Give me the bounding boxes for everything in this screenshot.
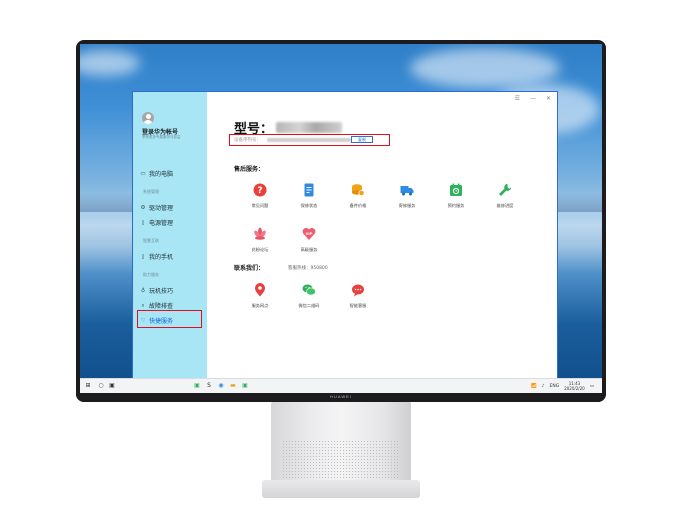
service-wechat-qr[interactable]: 微信二维码 <box>292 283 326 309</box>
document-icon <box>302 183 316 197</box>
sidebar: 登录华为帐号 享受更多专属服务与权益 ▭ 我的电脑 系统管理 ⚙ 驱动管理 ▯ … <box>133 92 207 392</box>
calendar-icon <box>449 183 463 197</box>
system-tray: 📶 ♪ ENG 11:43 2020/2/20 ▭ <box>531 381 594 391</box>
service-faq[interactable]: ? 常见问题 <box>243 183 277 209</box>
vip-icon: VIP <box>302 227 316 241</box>
model-value-redacted <box>276 122 342 133</box>
question-icon: ? <box>253 183 267 197</box>
sidebar-item-driver-management[interactable]: ⚙ 驱动管理 <box>140 203 174 213</box>
sidebar-item-label: 我的电脑 <box>149 171 174 178</box>
svg-text:VIP: VIP <box>306 232 313 236</box>
search-icon[interactable]: ○ <box>97 382 105 390</box>
after-sales-title: 售后服务： <box>234 166 265 173</box>
clock[interactable]: 11:43 2020/2/20 <box>564 381 585 391</box>
hotline-text: 客服热线：950800 <box>288 266 328 271</box>
sidebar-group-connect: 智慧互联 <box>143 238 159 243</box>
service-locations[interactable]: 服务网点 <box>243 283 277 309</box>
service-appointment[interactable]: 预约服务 <box>439 183 473 209</box>
phone-icon: ▯ <box>141 253 145 260</box>
sidebar-item-label: 电源管理 <box>149 220 174 227</box>
cloud <box>410 48 560 88</box>
sidebar-item-label: 玩机技巧 <box>149 288 174 295</box>
clock-date: 2020/2/20 <box>564 386 585 391</box>
location-icon <box>253 283 267 297</box>
browser-taskbar-icon[interactable]: ◉ <box>217 382 225 390</box>
language-indicator[interactable]: ENG <box>550 384 560 389</box>
sidebar-item-troubleshoot[interactable]: ⌕ 故障排查 <box>140 301 174 311</box>
sidebar-item-my-computer[interactable]: ▭ 我的电脑 <box>140 169 174 179</box>
sidebar-item-label: 驱动管理 <box>149 205 174 212</box>
service-warranty-status[interactable]: 保修状态 <box>292 183 326 209</box>
task-view-icon[interactable]: ▣ <box>108 382 116 390</box>
brand-logo: HUAWEI <box>330 394 352 399</box>
avatar[interactable] <box>142 112 154 124</box>
folder-taskbar-icon[interactable]: ▬ <box>229 382 237 390</box>
notifications-icon[interactable]: ▭ <box>590 384 594 389</box>
login-subtitle: 享受更多专属服务与权益 <box>142 135 181 139</box>
sidebar-item-tips[interactable]: ♁ 玩机技巧 <box>140 286 174 296</box>
copy-serial-button[interactable]: 复制 <box>351 136 373 143</box>
highlight-box-quick-service <box>137 310 202 328</box>
sidebar-group-system: 系统管理 <box>143 189 159 194</box>
main-panel: ☰ — ✕ 型号： 设备序列号： 复制 售后服务： ? 常见问题 保修状态 备件… <box>207 92 557 392</box>
tips-icon: ♁ <box>140 287 146 294</box>
gear-icon: ⚙ <box>140 204 146 211</box>
flower-icon <box>253 227 267 241</box>
wechat-icon <box>302 283 316 297</box>
sidebar-item-label: 故障排查 <box>149 303 174 310</box>
monitor-icon: ▭ <box>140 170 146 177</box>
chat-icon <box>351 283 365 297</box>
sidebar-item-my-phone[interactable]: ▯ 我的手机 <box>140 252 174 262</box>
monitor-base <box>262 480 420 498</box>
window-controls: ☰ — ✕ <box>515 95 551 102</box>
pc-manager-taskbar-icon[interactable]: ▣ <box>193 382 201 390</box>
svg-text:?: ? <box>257 186 262 196</box>
desktop-wallpaper: 登录华为帐号 享受更多专属服务与权益 ▭ 我的电脑 系统管理 ⚙ 驱动管理 ▯ … <box>80 44 602 393</box>
wrench-icon <box>498 183 512 197</box>
sidebar-item-label: 我的手机 <box>149 254 174 261</box>
windows-start-icon[interactable]: ⊞ <box>84 382 92 390</box>
volume-icon[interactable]: ♪ <box>542 384 545 389</box>
service-smart-chat[interactable]: 智能客服 <box>341 283 375 309</box>
service-parts-price[interactable]: 备件价格 <box>341 183 375 209</box>
close-icon[interactable]: ✕ <box>546 95 551 102</box>
windows-taskbar: ⊞ ○ ▣ ▣ S ◉ ▬ ▣ 📶 ♪ ENG 11:43 2020/2/20 … <box>80 378 602 393</box>
serial-number-redacted <box>267 138 351 142</box>
serial-number-label: 设备序列号： <box>234 137 261 143</box>
service-forum[interactable]: 花粉论坛 <box>243 227 277 253</box>
contact-title: 联系我们： <box>234 265 265 272</box>
app-taskbar-icon-2[interactable]: ▣ <box>241 382 249 390</box>
minimize-icon[interactable]: — <box>530 95 536 102</box>
service-vip[interactable]: VIP 高级服务 <box>292 227 326 253</box>
coins-icon <box>351 183 365 197</box>
huawei-pc-manager-window: 登录华为帐号 享受更多专属服务与权益 ▭ 我的电脑 系统管理 ⚙ 驱动管理 ▯ … <box>132 91 558 393</box>
speaker-grill <box>282 440 400 478</box>
network-icon[interactable]: 📶 <box>531 384 537 389</box>
menu-icon[interactable]: ☰ <box>515 95 520 102</box>
search-icon: ⌕ <box>141 302 145 309</box>
sidebar-item-power-management[interactable]: ▯ 电源管理 <box>140 218 174 228</box>
truck-icon <box>400 183 414 197</box>
battery-icon: ▯ <box>141 219 145 226</box>
monitor-chin: HUAWEI <box>76 393 606 402</box>
service-mail-repair[interactable]: 寄修服务 <box>390 183 424 209</box>
service-repair-progress[interactable]: 维修进度 <box>488 183 522 209</box>
sidebar-group-help: 助力服务 <box>143 272 159 277</box>
serial-number-row: 设备序列号： 复制 <box>229 134 390 146</box>
app-taskbar-icon[interactable]: S <box>205 382 213 390</box>
cloud <box>80 50 140 76</box>
